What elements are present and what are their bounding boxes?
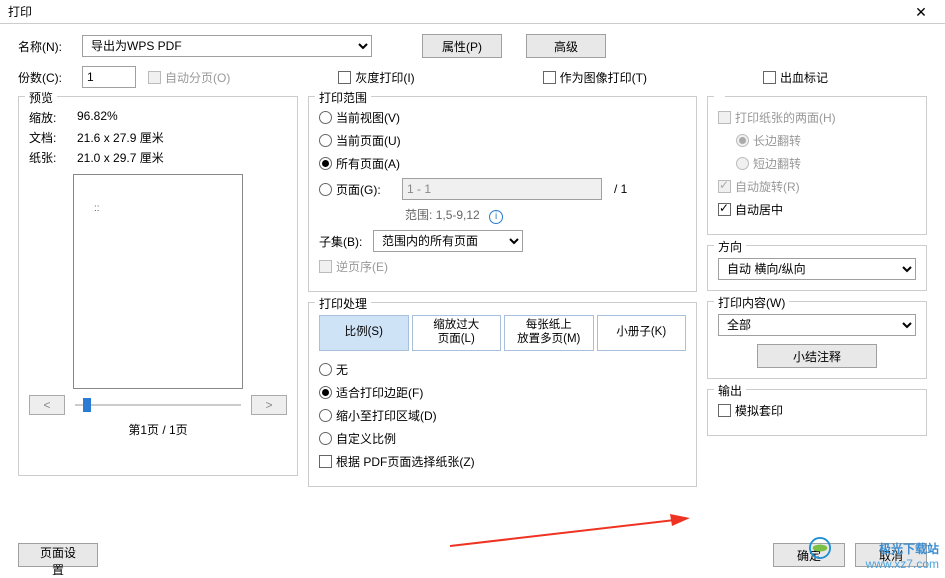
scale-none-radio[interactable] <box>319 363 332 376</box>
printer-name-label: 名称(N): <box>18 38 82 55</box>
ok-button[interactable]: 确定 <box>773 543 845 567</box>
copies-label: 份数(C): <box>18 69 82 86</box>
custom-scale-label: 自定义比例 <box>336 430 396 447</box>
grayscale-label: 灰度打印(I) <box>355 69 414 86</box>
dialog-title: 打印 <box>4 3 901 20</box>
cancel-button[interactable]: 取消 <box>855 543 927 567</box>
grayscale-checkbox[interactable] <box>338 71 351 84</box>
scale-value: 96.82% <box>77 109 118 126</box>
current-page-radio[interactable] <box>319 134 332 147</box>
bleed-checkbox[interactable] <box>763 71 776 84</box>
reverse-checkbox <box>319 260 332 273</box>
tab-scale[interactable]: 比例(S) <box>319 315 409 351</box>
reverse-label: 逆页序(E) <box>336 258 388 275</box>
pages-input[interactable] <box>402 178 602 200</box>
auto-center-label: 自动居中 <box>735 201 783 218</box>
page-slider[interactable] <box>75 396 241 414</box>
properties-button[interactable]: 属性(P) <box>422 34 502 58</box>
pages-total: / 1 <box>614 182 627 196</box>
flip-long-label: 长边翻转 <box>753 132 801 149</box>
choose-paper-label: 根据 PDF页面选择纸张(Z) <box>336 453 475 470</box>
summary-button[interactable]: 小结注释 <box>757 344 877 368</box>
print-content-title: 打印内容(W) <box>714 294 789 311</box>
print-content-select[interactable]: 全部 <box>718 314 916 336</box>
advanced-button[interactable]: 高级 <box>526 34 606 58</box>
orientation-select[interactable]: 自动 横向/纵向 <box>718 258 916 280</box>
flip-short-label: 短边翻转 <box>753 155 801 172</box>
range-example: 1,5-9,12 <box>436 208 480 222</box>
flip-long-radio <box>736 134 749 147</box>
scale-label: 缩放: <box>29 109 77 126</box>
auto-rotate-checkbox <box>718 180 731 193</box>
simulate-overprint-checkbox[interactable] <box>718 404 731 417</box>
duplex-checkbox <box>718 111 731 124</box>
range-title: 打印范围 <box>315 89 371 106</box>
handling-title: 打印处理 <box>315 295 371 312</box>
as-image-label: 作为图像打印(T) <box>560 69 647 86</box>
pages-label: 页面(G): <box>336 181 396 198</box>
info-icon[interactable]: i <box>489 210 503 224</box>
range-example-label: 范围: <box>405 208 432 222</box>
output-title: 输出 <box>714 382 746 399</box>
simulate-label: 模拟套印 <box>735 402 783 419</box>
paper-value: 21.0 x 29.7 厘米 <box>77 149 164 166</box>
subset-label: 子集(B): <box>319 233 373 250</box>
tab-oversized[interactable]: 缩放过大 页面(L) <box>412 315 502 351</box>
preview-thumbnail: :: <box>73 174 243 389</box>
printer-select[interactable]: 导出为WPS PDF <box>82 35 372 57</box>
paper-label: 纸张: <box>29 149 77 166</box>
orientation-title: 方向 <box>714 238 746 255</box>
choose-paper-checkbox[interactable] <box>319 455 332 468</box>
all-pages-label: 所有页面(A) <box>336 155 400 172</box>
scale-none-label: 无 <box>336 361 348 378</box>
doc-label: 文档: <box>29 129 77 146</box>
duplex-label: 打印纸张的两面(H) <box>735 109 836 126</box>
collate-checkbox <box>148 71 161 84</box>
tab-multipage[interactable]: 每张纸上 放置多页(M) <box>504 315 594 351</box>
collate-label: 自动分页(O) <box>165 69 230 86</box>
subset-select[interactable]: 范围内的所有页面 <box>373 230 523 252</box>
auto-rotate-label: 自动旋转(R) <box>735 178 800 195</box>
page-setup-button[interactable]: 页面设置 <box>18 543 98 567</box>
next-page-button[interactable]: > <box>251 395 287 415</box>
as-image-checkbox[interactable] <box>543 71 556 84</box>
page-indicator: 第1页 / 1页 <box>29 421 287 438</box>
close-button[interactable]: ✕ <box>901 1 941 23</box>
copies-input[interactable] <box>82 66 136 88</box>
preview-title: 预览 <box>25 89 57 106</box>
prev-page-button[interactable]: < <box>29 395 65 415</box>
current-view-radio[interactable] <box>319 111 332 124</box>
tab-booklet[interactable]: 小册子(K) <box>597 315 687 351</box>
fit-margin-radio[interactable] <box>319 386 332 399</box>
pages-radio[interactable] <box>319 183 332 196</box>
doc-value: 21.6 x 27.9 厘米 <box>77 129 164 146</box>
auto-center-checkbox[interactable] <box>718 203 731 216</box>
all-pages-radio[interactable] <box>319 157 332 170</box>
fit-margin-label: 适合打印边距(F) <box>336 384 423 401</box>
current-page-label: 当前页面(U) <box>336 132 401 149</box>
bleed-label: 出血标记 <box>780 69 828 86</box>
shrink-radio[interactable] <box>319 409 332 422</box>
shrink-label: 缩小至打印区域(D) <box>336 407 437 424</box>
flip-short-radio <box>736 157 749 170</box>
current-view-label: 当前视图(V) <box>336 109 400 126</box>
custom-scale-radio[interactable] <box>319 432 332 445</box>
